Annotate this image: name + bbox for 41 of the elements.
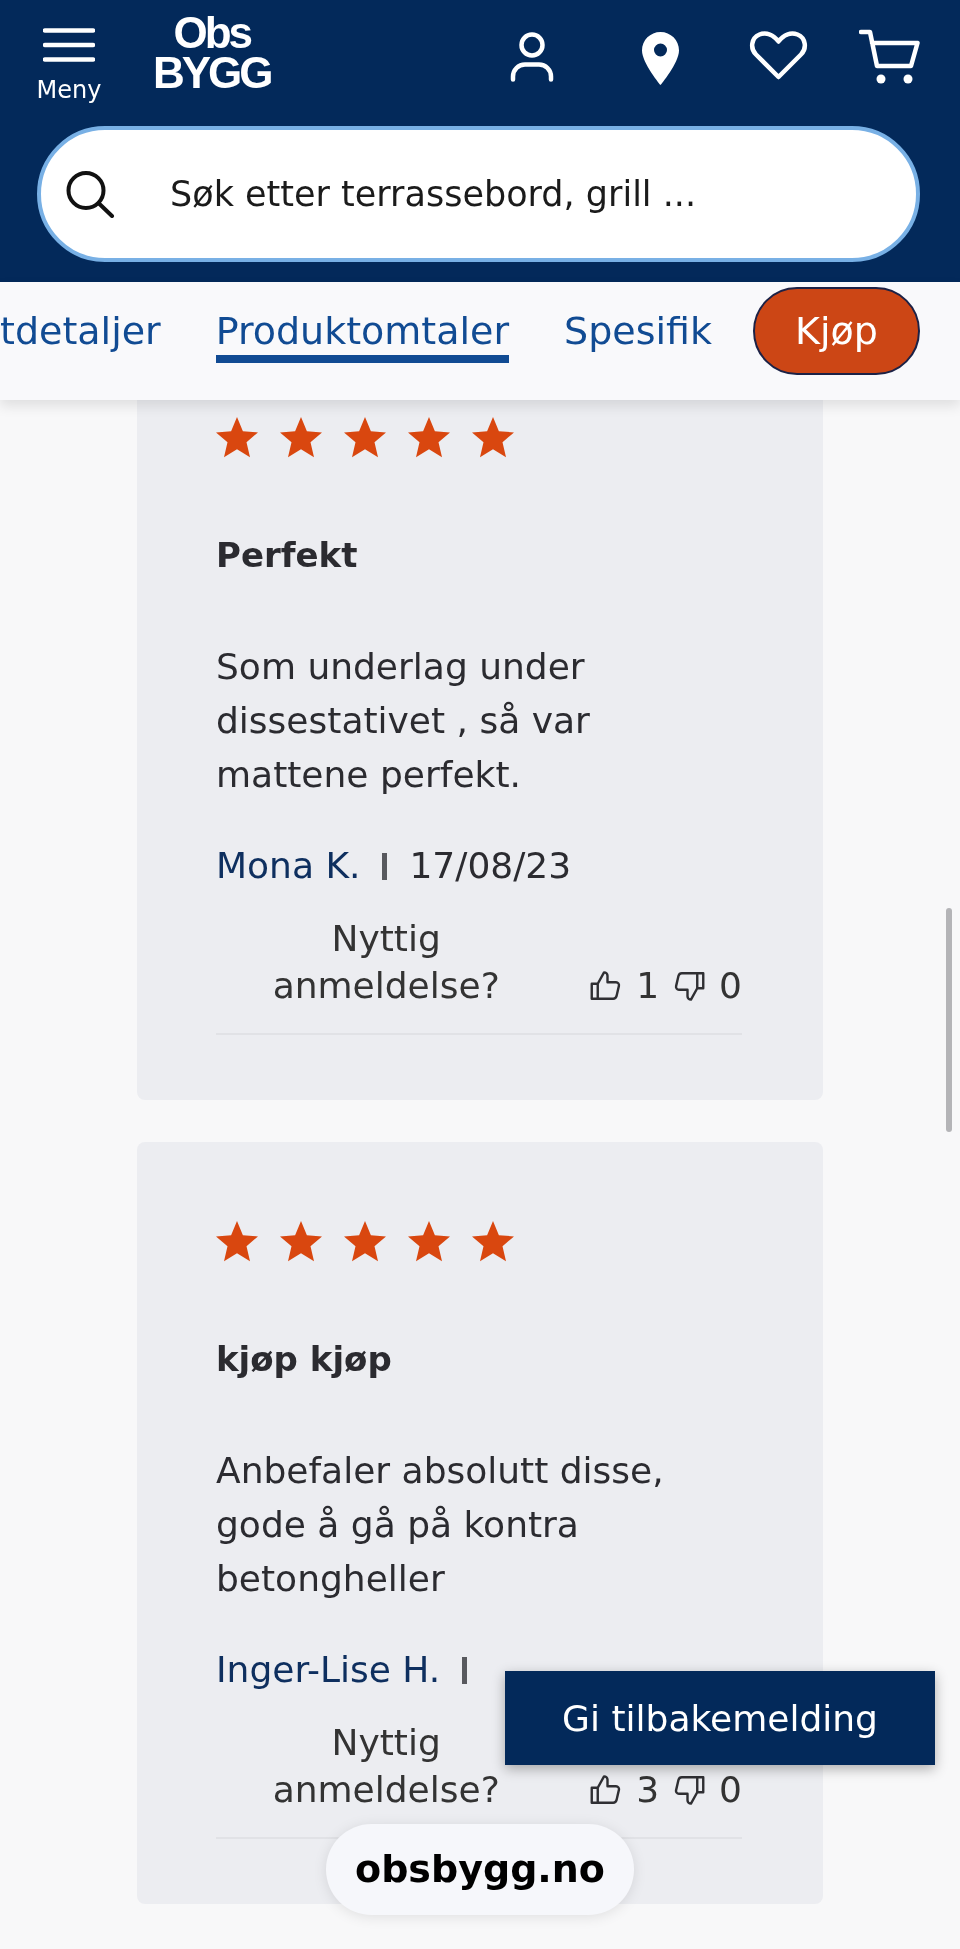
logo[interactable]: Obs BYGG [153, 13, 271, 93]
review-text: Anbefaler absolutt disse, gode å gå på kontra betongheller [216, 1449, 665, 1601]
location-pin-icon[interactable] [641, 31, 680, 86]
heart-icon[interactable] [749, 31, 808, 81]
tab[interactable]: tdetaljer [0, 307, 161, 363]
star-icon [280, 417, 322, 459]
reviewer-name: Inger-Lise H. [216, 1648, 441, 1692]
menu-button[interactable]: Meny [37, 28, 101, 104]
star-icon [344, 417, 386, 459]
search-input[interactable]: Søk etter terrassebord, grill ... [170, 172, 886, 216]
thumbs-down-button[interactable]: 0 [671, 962, 742, 1009]
star-icon [408, 417, 450, 459]
buy-button[interactable]: Kjøp [753, 287, 920, 375]
star-icon [216, 1221, 258, 1263]
thumbs-down-button[interactable]: 0 [671, 1766, 742, 1813]
feedback-button[interactable]: Gi tilbakemelding [505, 1671, 935, 1765]
reviewer-name: Mona K. [216, 844, 361, 888]
star-icon [472, 417, 514, 459]
address-bar[interactable]: obsbygg.no [326, 1824, 634, 1915]
star-icon [408, 1221, 450, 1263]
search-field[interactable]: Søk etter terrassebord, grill ... [37, 126, 920, 262]
search-icon[interactable] [65, 170, 115, 218]
separator-bar [382, 852, 388, 880]
menu-icon [43, 28, 95, 62]
star-icon [280, 1221, 322, 1263]
thumbs-up-button[interactable]: 3 [588, 1766, 660, 1813]
star-icon [472, 1221, 514, 1263]
review-title: kjøp kjøp [216, 1338, 393, 1381]
thumbs-up-button[interactable]: 1 [588, 962, 660, 1009]
cart-icon[interactable] [859, 28, 920, 86]
helpful-prompt: Nyttig anmeldelse? [271, 1721, 501, 1812]
review-date: 17/08/23 [409, 844, 572, 888]
tab[interactable]: Spesifik [564, 307, 713, 363]
user-icon[interactable] [509, 32, 555, 82]
review-text: Som underlag under dissestativet , så var mattene perfekt. [216, 645, 591, 797]
tab[interactable]: Produktomtaler [215, 307, 510, 363]
star-icon [216, 417, 258, 459]
separator-bar [462, 1656, 468, 1684]
helpful-prompt: Nyttig anmeldelse? [271, 917, 501, 1008]
star-icon [344, 1221, 386, 1263]
review-title: Perfekt [216, 534, 359, 577]
